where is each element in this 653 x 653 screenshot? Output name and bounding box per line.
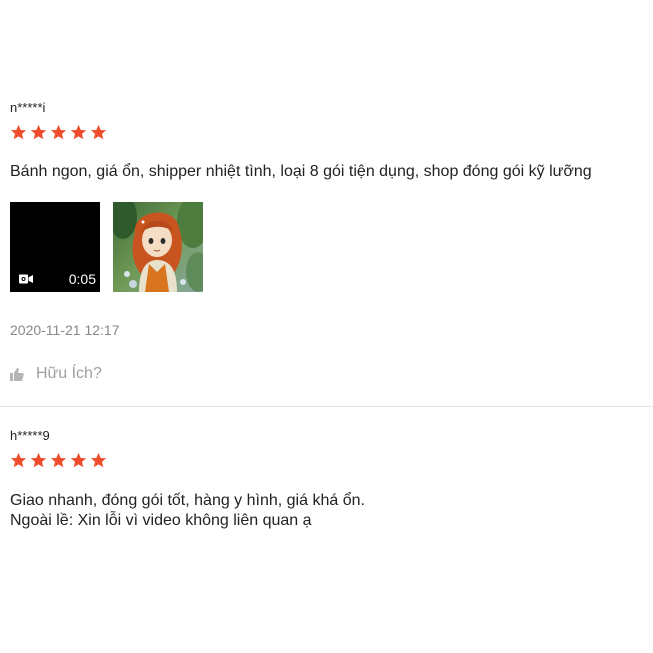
helpful-label: Hữu Ích? xyxy=(36,365,102,382)
video-camera-icon xyxy=(19,274,33,284)
review-timestamp: 2020-11-21 12:17 xyxy=(10,322,120,338)
video-duration: 0:05 xyxy=(68,271,96,287)
star-icon xyxy=(30,124,47,140)
star-icon xyxy=(10,124,27,140)
thumbs-up-icon xyxy=(10,368,24,381)
reviewer-username: n*****i xyxy=(10,100,46,115)
star-icon xyxy=(90,124,107,140)
reviewer-username: h*****9 xyxy=(10,428,50,443)
star-icon xyxy=(50,452,67,468)
review-divider xyxy=(0,406,653,407)
star-icon xyxy=(70,452,87,468)
rating-stars xyxy=(10,452,653,470)
star-icon xyxy=(90,452,107,468)
review-comment: Giao nhanh, đóng gói tốt, hàng y hình, g… xyxy=(10,492,365,529)
helpful-button[interactable]: Hữu Ích? xyxy=(10,365,653,383)
rating-stars xyxy=(10,124,653,142)
review-image-thumbnail[interactable] xyxy=(113,202,203,292)
reviews-page: n*****i Bánh ngon, giá ổn, shipper nhiệt… xyxy=(0,0,653,653)
review-video-thumbnail[interactable]: 0:05 xyxy=(10,202,100,292)
star-icon xyxy=(10,452,27,468)
review-item: n*****i Bánh ngon, giá ổn, shipper nhiệt… xyxy=(10,100,653,383)
review-comment: Bánh ngon, giá ổn, shipper nhiệt tình, l… xyxy=(10,163,592,180)
star-icon xyxy=(70,124,87,140)
star-icon xyxy=(30,452,47,468)
review-item: h*****9 Giao nhanh, đóng gói tốt, hàng y… xyxy=(10,428,653,531)
star-icon xyxy=(50,124,67,140)
review-media: 0:05 xyxy=(10,202,653,292)
